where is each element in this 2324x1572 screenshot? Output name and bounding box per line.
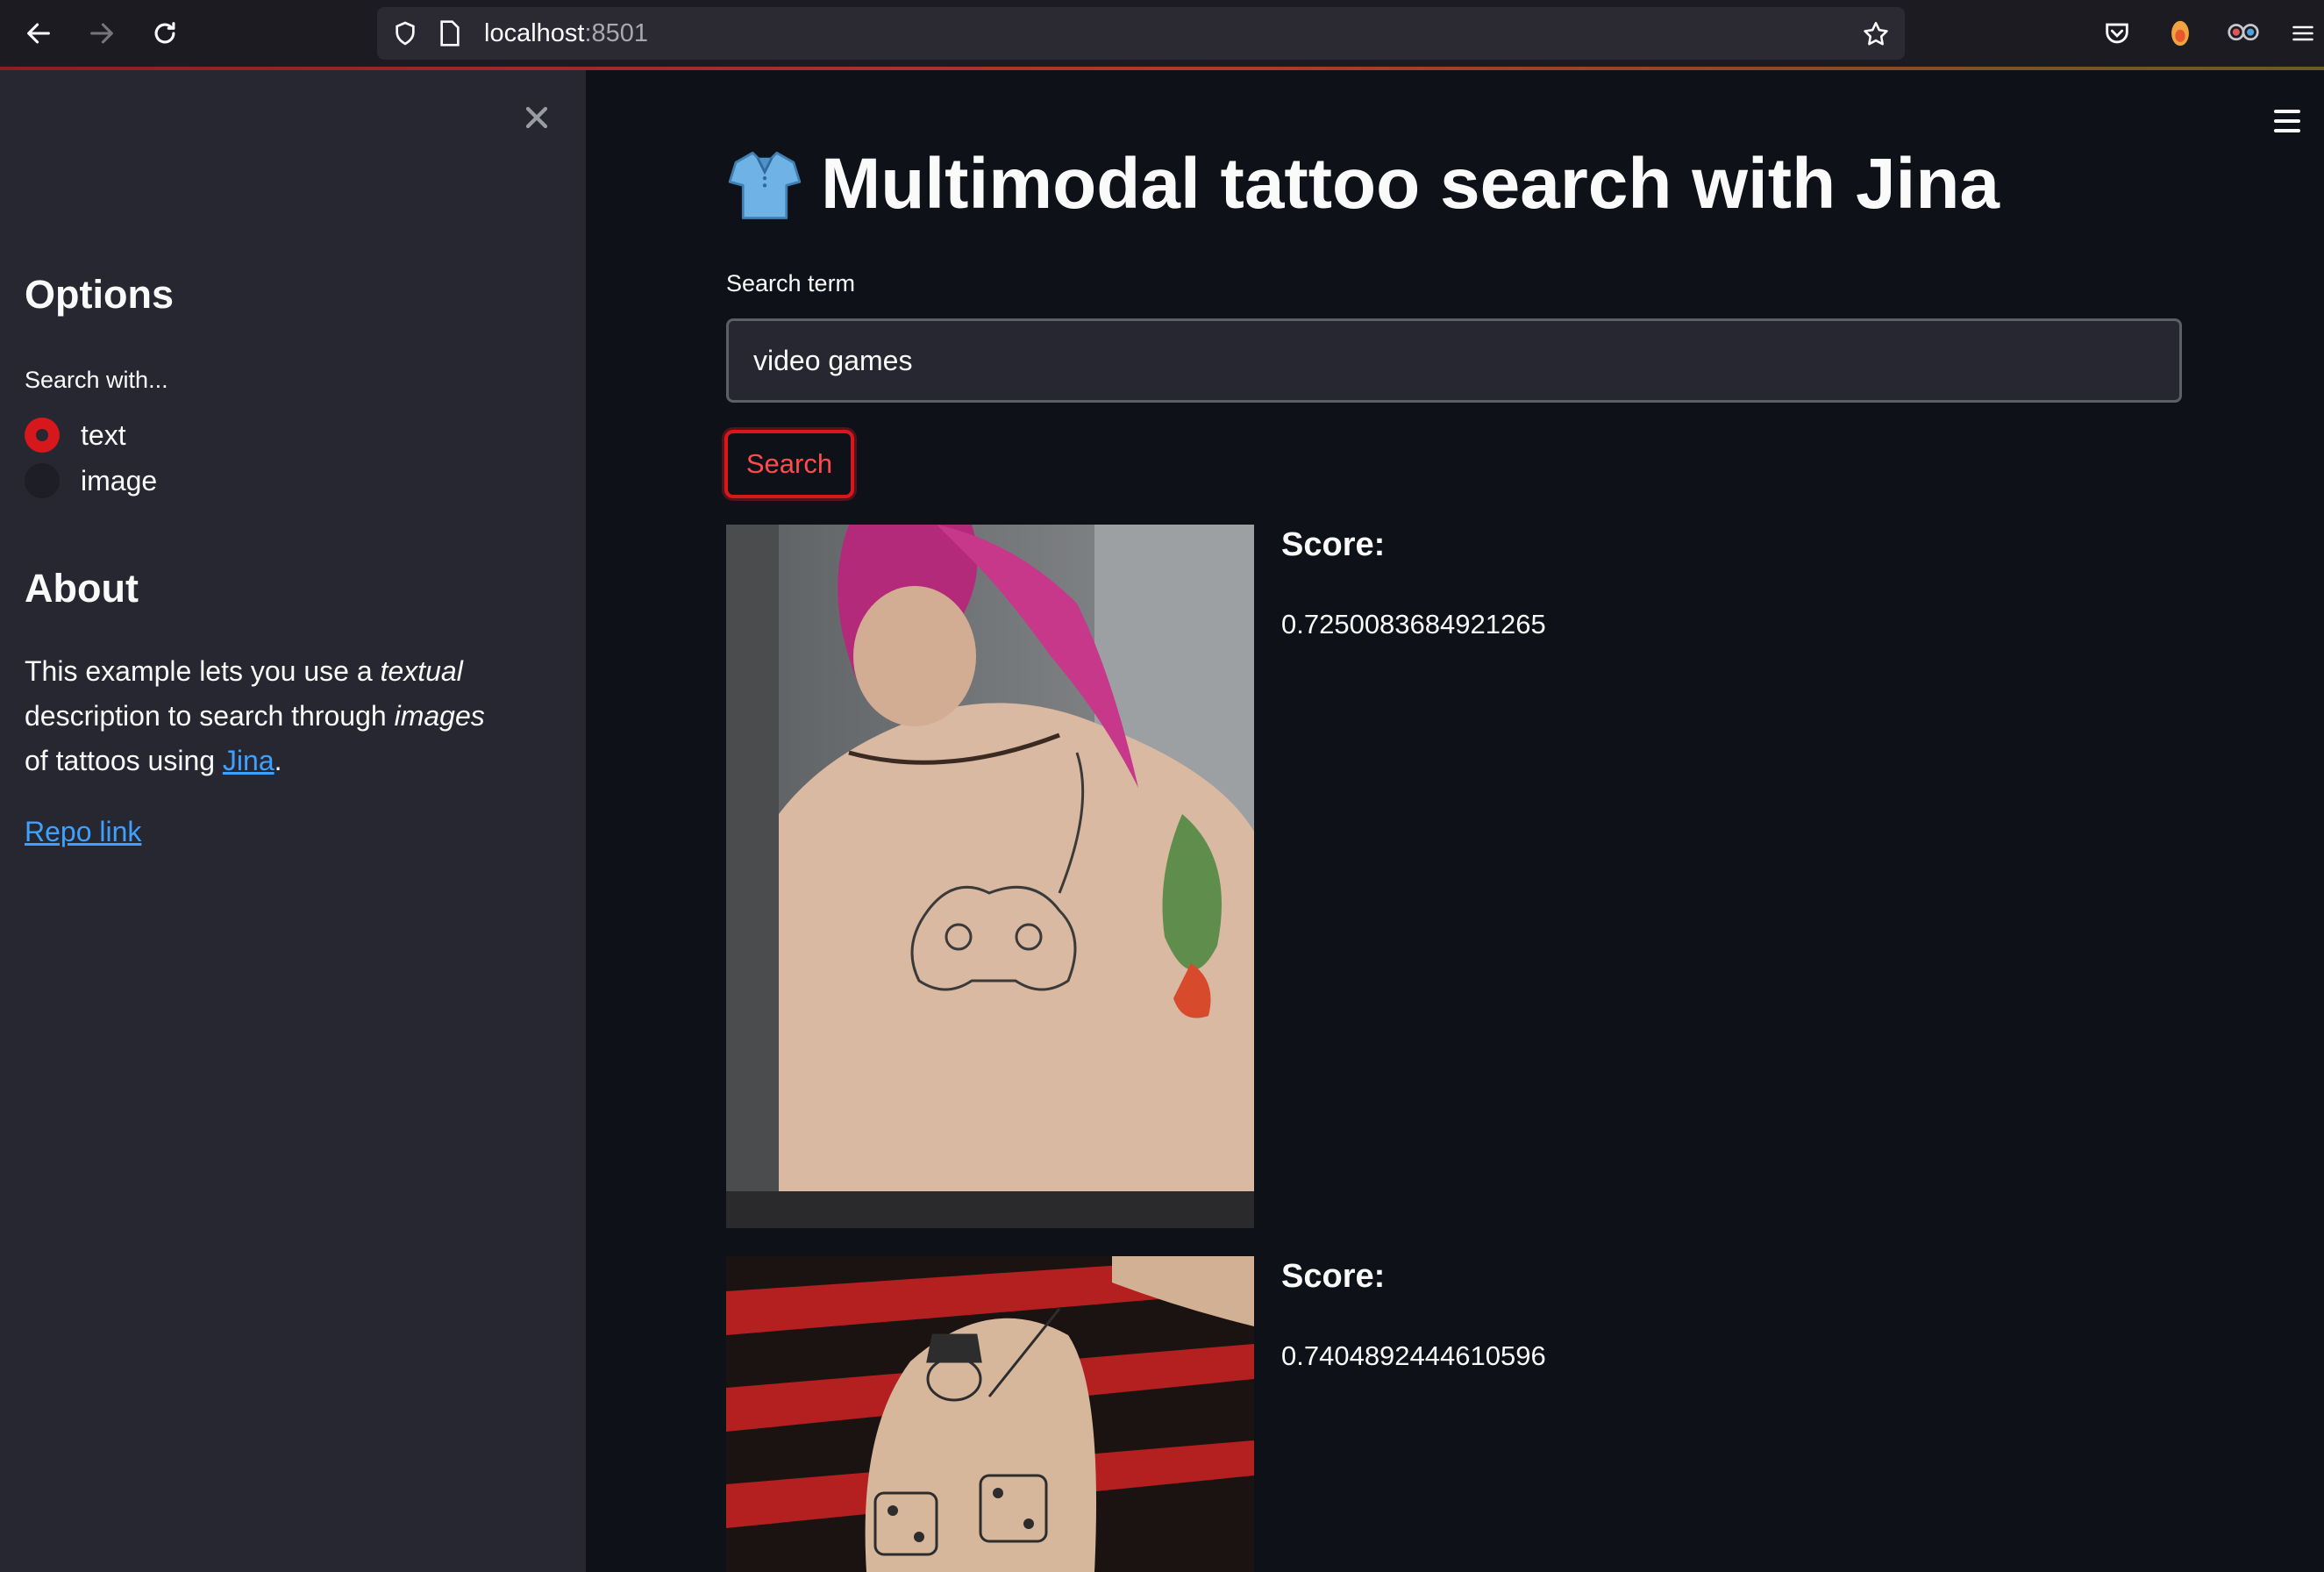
- radio-label: text: [81, 418, 126, 451]
- back-arrow-icon: [27, 23, 50, 44]
- hamburger-icon: [2292, 25, 2313, 41]
- bookmark-star-icon[interactable]: [1861, 19, 1891, 49]
- radio-unselected-icon[interactable]: [25, 463, 60, 498]
- extension-button[interactable]: [2159, 12, 2201, 54]
- about-emphasis-textual: textual: [380, 655, 463, 687]
- pocket-icon: [2106, 23, 2128, 44]
- browser-menu-button[interactable]: [2285, 12, 2320, 54]
- radio-label: image: [81, 464, 158, 497]
- sidebar: Options Search with... text image About …: [0, 70, 586, 1572]
- search-with-label: Search with...: [25, 367, 168, 393]
- search-button[interactable]: Search: [724, 430, 854, 498]
- score-label: Score:: [1281, 1258, 1386, 1295]
- jina-link[interactable]: Jina: [223, 745, 274, 776]
- address-bar[interactable]: localhost:8501: [377, 7, 1905, 60]
- reload-button[interactable]: [144, 12, 186, 54]
- account-icon: [2228, 24, 2259, 41]
- tattoo-photo-back: [726, 525, 1254, 1228]
- result-image: [726, 525, 1254, 1228]
- score-label: Score:: [1281, 526, 1386, 563]
- forward-arrow-icon: [90, 23, 113, 44]
- account-button[interactable]: [2222, 12, 2264, 54]
- extension-icon: [2171, 20, 2189, 46]
- about-text-1: This example lets you use a: [25, 655, 381, 687]
- page-icon: [440, 20, 460, 46]
- pocket-button[interactable]: [2096, 12, 2138, 54]
- about-text-4: .: [274, 745, 282, 776]
- url-text: localhost:8501: [484, 7, 648, 60]
- app-menu-button[interactable]: [2266, 100, 2308, 142]
- about-heading: About: [25, 566, 139, 611]
- about-description: This example lets you use a textual desc…: [25, 649, 516, 783]
- about-text-2: description to search through: [25, 700, 395, 732]
- close-icon: [525, 106, 548, 129]
- browser-toolbar: localhost:8501: [0, 0, 2324, 67]
- page-title-text: Multimodal tattoo search with Jina: [821, 144, 2000, 224]
- repo-link[interactable]: Repo link: [25, 816, 141, 848]
- radio-option-image[interactable]: image: [25, 461, 157, 500]
- options-heading: Options: [25, 272, 174, 317]
- back-button[interactable]: [18, 12, 60, 54]
- close-sidebar-button[interactable]: [516, 96, 558, 139]
- radio-selected-icon[interactable]: [25, 418, 60, 453]
- shirt-icon: [728, 151, 802, 219]
- page-title: Multimodal tattoo search with Jina: [726, 132, 2000, 237]
- url-port: :8501: [584, 19, 649, 47]
- search-input[interactable]: [726, 318, 2182, 403]
- search-term-label: Search term: [726, 270, 856, 297]
- result-image: [726, 1256, 1254, 1572]
- url-host: localhost: [484, 19, 585, 47]
- reload-icon: [154, 22, 175, 44]
- radio-option-text[interactable]: text: [25, 416, 126, 454]
- about-text-3: of tattoos using: [25, 745, 223, 776]
- forward-button[interactable]: [81, 12, 123, 54]
- score-value: 0.7404892444610596: [1281, 1340, 1546, 1371]
- about-emphasis-images: images: [394, 700, 485, 732]
- shield-icon: [396, 21, 415, 46]
- score-value: 0.7250083684921265: [1281, 609, 1546, 640]
- tattoo-photo-arm: [726, 1256, 1254, 1572]
